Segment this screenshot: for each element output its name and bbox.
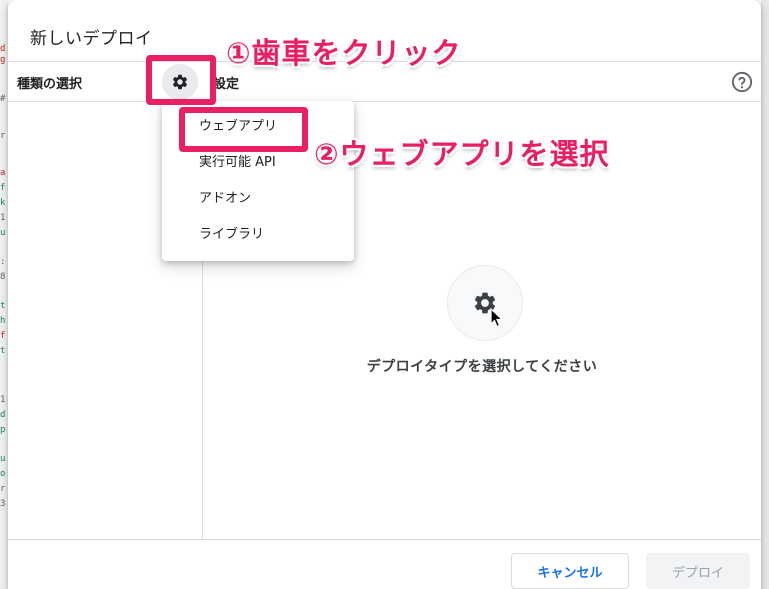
code-char: o <box>0 469 6 479</box>
annotation-step-2: ②ウェブアプリを選択 <box>314 137 610 171</box>
new-deployment-dialog: 新しいデプロイ 種類の選択 設定 デプロイタイプを選択してください キャンセル … <box>8 0 761 589</box>
background-strip-right <box>761 0 769 589</box>
deploy-button[interactable]: デプロイ <box>646 553 750 589</box>
code-char: 1 <box>0 395 6 405</box>
code-char: : <box>0 257 6 267</box>
cancel-button[interactable]: キャンセル <box>511 553 629 589</box>
code-char: 3 <box>0 499 6 509</box>
background-code-strip: d g # r a f k 1 u : 8 t h f t 1 d p u o … <box>0 0 8 589</box>
mouse-pointer-icon <box>490 308 504 328</box>
code-char: 8 <box>0 272 6 282</box>
settings-label: 設定 <box>213 77 240 92</box>
dialog-title: 新しいデプロイ <box>30 29 153 49</box>
code-char: r <box>0 484 6 494</box>
menu-item-library[interactable]: ライブラリ <box>162 217 354 253</box>
empty-state-prompt: デプロイタイプを選択してください <box>366 359 598 375</box>
highlight-box-web-app <box>179 107 308 152</box>
code-char: h <box>0 316 6 326</box>
code-char: g <box>0 55 6 65</box>
code-char: t <box>0 346 6 356</box>
help-circle-icon[interactable] <box>731 71 753 93</box>
divider <box>8 101 761 102</box>
code-char: d <box>0 410 6 420</box>
code-char: d <box>0 44 6 54</box>
code-char: a <box>0 168 6 178</box>
select-type-label: 種類の選択 <box>17 77 83 92</box>
code-char: f <box>0 183 6 193</box>
code-char: f <box>0 331 6 341</box>
code-char: 1 <box>0 213 6 223</box>
center-gear-button[interactable] <box>447 265 523 341</box>
code-char: u <box>0 454 6 464</box>
highlight-box-gear <box>146 55 216 105</box>
code-char: u <box>0 228 6 238</box>
code-char: t <box>0 301 6 311</box>
code-char: r <box>0 131 6 141</box>
annotation-step-1: ①歯車をクリック <box>226 36 462 70</box>
divider <box>8 539 761 540</box>
code-char: p <box>0 425 6 435</box>
code-char: # <box>0 94 6 104</box>
menu-item-add-on[interactable]: アドオン <box>162 181 354 217</box>
code-char: k <box>0 198 6 208</box>
